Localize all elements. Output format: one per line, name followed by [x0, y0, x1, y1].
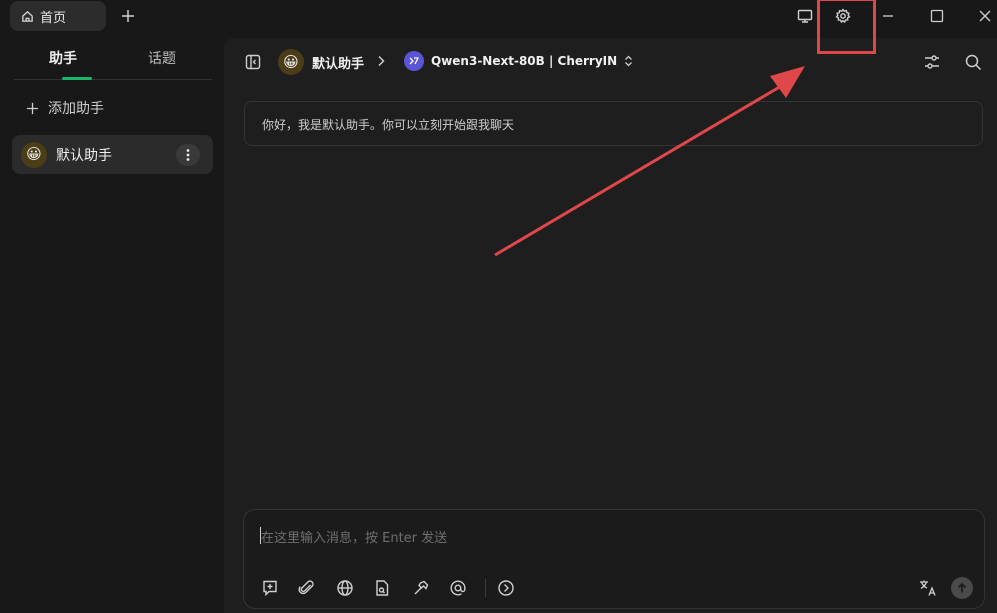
search-icon[interactable]: [962, 51, 984, 73]
settings-sliders-icon[interactable]: [921, 51, 943, 73]
message-composer[interactable]: 在这里输入消息，按 Enter 发送: [243, 509, 985, 609]
chevron-updown-icon: [624, 55, 633, 67]
model-selector[interactable]: Qwen3-Next-80B | CherryIN: [404, 51, 633, 71]
sidebar-tabs: 助手 话题: [14, 40, 212, 80]
assistant-name: 默认助手: [56, 147, 112, 164]
new-tab-button[interactable]: [117, 5, 139, 27]
new-topic-icon[interactable]: [259, 577, 281, 599]
welcome-text: 你好，我是默认助手。你可以立刻开始跟我聊天: [262, 118, 515, 132]
send-arrow-up-icon[interactable]: [951, 577, 973, 599]
sidebar: 助手 话题 添加助手 😀 默认助手: [0, 32, 224, 613]
assistant-item-default[interactable]: 😀 默认助手: [12, 135, 213, 174]
chevron-right-icon: [374, 54, 388, 68]
maximize-icon[interactable]: [925, 4, 949, 28]
welcome-message: 你好，我是默认助手。你可以立刻开始跟我聊天: [244, 101, 983, 146]
message-input[interactable]: 在这里输入消息，按 Enter 发送: [261, 527, 447, 546]
paperclip-icon[interactable]: [296, 577, 318, 599]
breadcrumb-assistant[interactable]: 😀 默认助手: [278, 49, 364, 75]
hammer-icon[interactable]: [410, 577, 432, 599]
mention-at-icon[interactable]: [447, 577, 469, 599]
assistant-avatar: 😀: [278, 49, 304, 75]
expand-arrow-icon[interactable]: [495, 577, 517, 599]
tab-assistants[interactable]: 助手: [49, 48, 77, 68]
chat-panel: 😀 默认助手 Qwen3-Next-80B | CherryIN 你好，我是默认…: [224, 38, 997, 613]
add-assistant-button[interactable]: 添加助手: [26, 98, 104, 118]
avatar: 😀: [21, 141, 47, 168]
monitor-icon[interactable]: [793, 4, 817, 28]
tab-home-label: 首页: [40, 10, 67, 26]
home-icon: [21, 10, 34, 23]
annotation-highlight-box: [817, 0, 876, 54]
globe-icon[interactable]: [334, 577, 356, 599]
tab-topics[interactable]: 话题: [148, 48, 176, 68]
active-tab-indicator: [62, 77, 92, 80]
model-logo-icon: [404, 51, 424, 71]
toolbar-divider: [485, 579, 486, 597]
minimize-icon[interactable]: [876, 4, 900, 28]
plus-icon: [26, 102, 39, 115]
more-vertical-icon[interactable]: [176, 144, 200, 166]
translate-icon[interactable]: [917, 577, 939, 599]
add-assistant-label: 添加助手: [48, 101, 104, 117]
chat-header: 😀 默认助手 Qwen3-Next-80B | CherryIN: [224, 38, 997, 88]
model-label: Qwen3-Next-80B | CherryIN: [431, 54, 618, 68]
sidebar-toggle-icon[interactable]: [243, 52, 263, 72]
breadcrumb-assistant-label: 默认助手: [312, 56, 365, 72]
knowledge-file-icon[interactable]: [371, 577, 393, 599]
close-icon[interactable]: [973, 4, 997, 28]
tab-home[interactable]: 首页: [10, 1, 106, 31]
